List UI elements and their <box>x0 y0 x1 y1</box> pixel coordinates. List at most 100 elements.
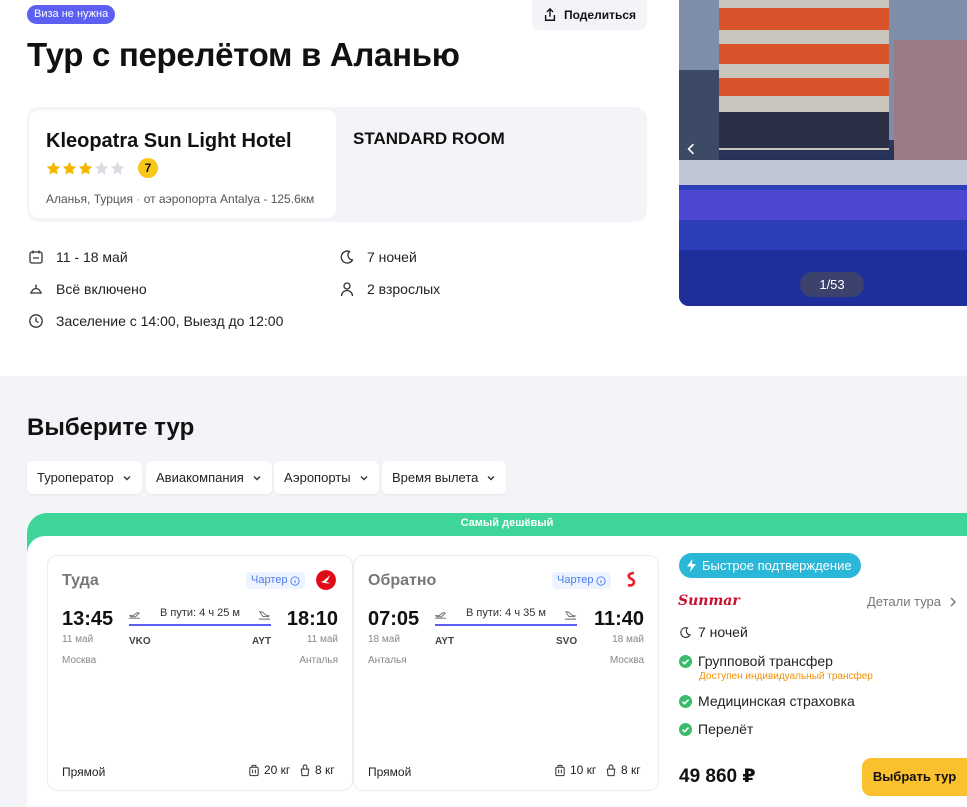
tour-select-section: Выберите тур Туроператор Авиакомпания Аэ… <box>0 376 967 807</box>
arrival-airport-code: SVO <box>556 636 578 647</box>
filter-operator[interactable]: Туроператор <box>27 461 142 494</box>
departure-time: 13:45 <box>62 608 114 630</box>
landing-icon <box>258 611 271 620</box>
filter-departure-time[interactable]: Время вылета <box>382 461 507 494</box>
arrival-date: 11 май <box>306 634 338 645</box>
hand-luggage-weight: 8 кг <box>315 763 335 777</box>
share-icon <box>544 8 556 21</box>
filter-label: Туроператор <box>37 470 114 485</box>
choose-tour-button[interactable]: Выбрать тур <box>862 758 967 796</box>
flight-duration: В пути: 4 ч 35 м <box>466 607 546 619</box>
flight-direction: Обратно <box>368 572 437 589</box>
trip-dates-text: 11 - 18 май <box>56 249 128 265</box>
charter-label: Чартер <box>251 574 288 586</box>
tour-details-label: Детали тура <box>867 594 942 609</box>
trip-checkin: Заселение с 14:00, Выезд до 12:00 <box>28 313 283 329</box>
bag-icon <box>606 763 616 776</box>
chevron-down-icon <box>487 475 495 480</box>
hand-luggage-allowance: 8 кг <box>299 763 335 777</box>
tour-nights-text: 7 ночей <box>698 624 748 640</box>
suitcase-icon <box>555 764 565 776</box>
share-label: Поделиться <box>563 8 637 22</box>
check-circle-icon <box>679 722 692 736</box>
calendar-icon <box>29 250 43 264</box>
filter-label: Авиакомпания <box>156 470 244 485</box>
arrival-airport-code: AYT <box>252 636 272 647</box>
filter-airline[interactable]: Авиакомпания <box>146 461 272 494</box>
person-icon <box>340 282 354 297</box>
turkish-airlines-logo-icon <box>316 570 336 590</box>
departure-airport-code: AYT <box>435 636 455 647</box>
baggage-allowance: 10 кг <box>554 763 596 777</box>
filter-label: Аэропорты <box>284 470 351 485</box>
moon-icon <box>340 250 354 264</box>
flight-route-line <box>129 624 271 626</box>
transfer-note: Доступен индивидуальный трансфер <box>699 671 873 682</box>
section-title: Выберите тур <box>27 414 195 441</box>
hotel-name[interactable]: Kleopatra Sun Light Hotel <box>46 130 292 153</box>
tour-offer-card: Туда Чартер 13:45 11 май Москва В пути: … <box>27 536 967 807</box>
dish-icon <box>30 284 42 294</box>
trip-checkin-text: Заселение с 14:00, Выезд до 12:00 <box>56 313 284 329</box>
share-button[interactable]: Поделиться <box>532 0 647 30</box>
chevron-right-icon <box>950 597 957 606</box>
gallery-counter: 1/53 <box>800 272 864 297</box>
departure-city: Москва <box>62 655 97 666</box>
tour-operator-logo: Sunmar <box>678 593 740 609</box>
chevron-down-icon <box>123 475 131 480</box>
star-empty-icon <box>94 161 109 175</box>
star-empty-icon <box>110 161 125 175</box>
flight-outbound[interactable]: Туда Чартер 13:45 11 май Москва В пути: … <box>47 555 353 791</box>
trip-meal: Всё включено <box>28 281 147 297</box>
feature-insurance: Медицинская страховка <box>679 693 855 709</box>
hotel-location: Аланья, Турция · от аэропорта Antalya - … <box>46 192 315 206</box>
flight-type: Прямой <box>368 765 412 779</box>
chevron-left-icon <box>687 143 694 155</box>
page-title: Тур с перелётом в Аланью <box>27 36 460 73</box>
baggage-weight: 20 кг <box>264 763 291 777</box>
hotel-stars <box>46 161 125 176</box>
departure-date: 11 май <box>62 634 94 645</box>
gallery-prev-button[interactable] <box>687 140 695 161</box>
moon-icon <box>680 626 691 638</box>
flight-route-line <box>435 624 577 626</box>
trip-nights: 7 ночей <box>339 249 417 265</box>
departure-airport-code: VKO <box>129 636 151 647</box>
charter-badge: Чартер <box>246 572 306 589</box>
hotel-card[interactable]: Kleopatra Sun Light Hotel 7 Аланья, Турц… <box>29 110 336 218</box>
hotel-panel: Kleopatra Sun Light Hotel 7 Аланья, Турц… <box>27 107 647 222</box>
fast-confirmation-badge: Быстрое подтверждение <box>679 553 861 578</box>
trip-dates: 11 - 18 май <box>28 249 128 265</box>
charter-label: Чартер <box>557 574 594 586</box>
info-icon[interactable] <box>596 575 607 586</box>
baggage-weight: 10 кг <box>570 763 597 777</box>
feature-text: Перелёт <box>698 721 754 737</box>
departure-date: 18 май <box>368 634 400 645</box>
tour-details-link[interactable]: Детали тура <box>867 594 957 609</box>
chevron-down-icon <box>360 475 368 480</box>
hotel-rating-badge: 7 <box>138 158 158 178</box>
pegasus-airline-logo-icon <box>627 571 636 587</box>
hotel-photo-gallery[interactable]: 1/53 <box>679 0 967 306</box>
feature-text: Групповой трансфер <box>698 653 833 669</box>
check-circle-icon <box>679 654 692 668</box>
flight-duration: В пути: 4 ч 25 м <box>160 607 240 619</box>
flight-type: Прямой <box>62 765 106 779</box>
info-icon[interactable] <box>290 575 301 586</box>
filter-airports[interactable]: Аэропорты <box>274 461 379 494</box>
cheapest-label: Самый дешёвый <box>460 517 554 529</box>
trip-guests: 2 взрослых <box>339 281 440 297</box>
trip-guests-text: 2 взрослых <box>367 281 441 297</box>
tour-nights: 7 ночей <box>679 624 748 640</box>
trip-meal-text: Всё включено <box>56 281 147 297</box>
arrival-city: Москва <box>609 655 644 666</box>
tour-header-section: Виза не нужна Поделиться Тур с перелётом… <box>0 0 967 376</box>
suitcase-icon <box>249 764 259 776</box>
chevron-down-icon <box>253 475 261 480</box>
landing-icon <box>564 611 577 620</box>
visa-badge: Виза не нужна <box>27 5 116 24</box>
flight-inbound[interactable]: Обратно Чартер 07:05 18 май Анталья В пу… <box>353 555 659 791</box>
arrival-time: 11:40 <box>593 608 644 630</box>
arrival-city: Анталья <box>299 655 338 666</box>
hotel-city: Аланья, Турция <box>46 192 133 206</box>
